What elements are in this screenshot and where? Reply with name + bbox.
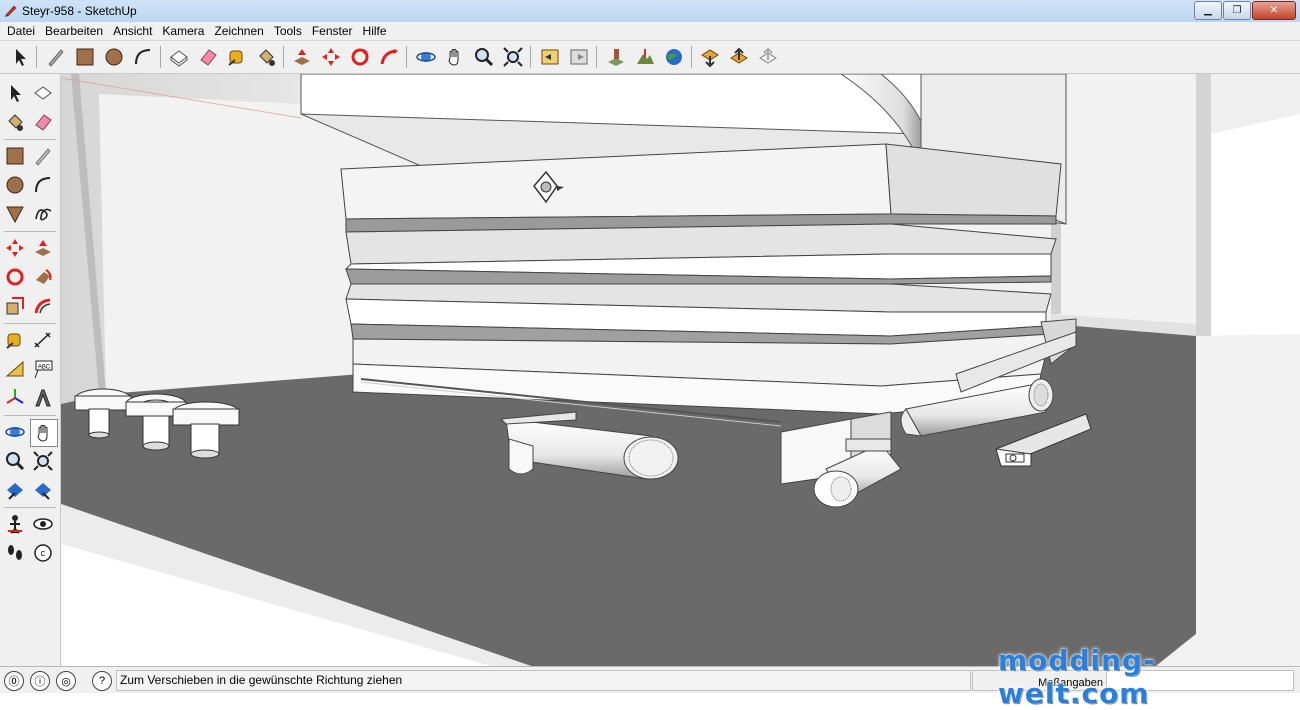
menu-hilfe[interactable]: Hilfe bbox=[358, 22, 392, 40]
toggle-terrain-icon[interactable] bbox=[633, 45, 657, 69]
scale-icon[interactable] bbox=[2, 293, 28, 319]
get-models-icon[interactable] bbox=[698, 45, 722, 69]
geo-location-icon[interactable]: ⓪ bbox=[4, 671, 24, 691]
title-bar: Steyr-958 - SketchUp ▁ ❐ ✕ bbox=[0, 0, 1300, 23]
maximize-button[interactable]: ❐ bbox=[1223, 1, 1251, 20]
menu-bearbeiten[interactable]: Bearbeiten bbox=[40, 22, 108, 40]
rectangle-icon[interactable] bbox=[73, 45, 97, 69]
sketchup-app-icon bbox=[5, 5, 17, 17]
pencil-icon[interactable] bbox=[44, 45, 68, 69]
push-pull-icon[interactable] bbox=[30, 235, 56, 261]
svg-text:C: C bbox=[40, 551, 45, 558]
dimension-icon[interactable] bbox=[30, 327, 56, 353]
move-icon[interactable] bbox=[319, 45, 343, 69]
zoom-extents-icon[interactable] bbox=[501, 45, 525, 69]
add-location-icon[interactable] bbox=[604, 45, 628, 69]
move-icon[interactable] bbox=[2, 235, 28, 261]
tape-measure-icon[interactable] bbox=[2, 327, 28, 353]
svg-text:ABC: ABC bbox=[38, 365, 51, 371]
select-icon[interactable] bbox=[2, 80, 28, 106]
status-message: Zum Verschieben in die gewünschte Richtu… bbox=[116, 670, 971, 691]
menu-ansicht[interactable]: Ansicht bbox=[108, 22, 157, 40]
eraser-icon[interactable] bbox=[196, 45, 220, 69]
menu-zeichnen[interactable]: Zeichnen bbox=[209, 22, 268, 40]
next-view-icon[interactable] bbox=[567, 45, 591, 69]
select-icon[interactable] bbox=[8, 45, 32, 69]
rotate-icon[interactable] bbox=[2, 264, 28, 290]
help-icon[interactable]: ? bbox=[92, 671, 112, 691]
left-toolbar: ABC C bbox=[0, 74, 61, 666]
paint-bucket-icon[interactable] bbox=[2, 109, 28, 135]
rotate-icon[interactable] bbox=[348, 45, 372, 69]
circle-icon[interactable] bbox=[2, 172, 28, 198]
share-model-icon[interactable] bbox=[727, 45, 751, 69]
protractor-icon[interactable] bbox=[2, 356, 28, 382]
freehand-icon[interactable] bbox=[30, 201, 56, 227]
share-component-icon[interactable] bbox=[756, 45, 780, 69]
text-icon[interactable]: ABC bbox=[30, 356, 56, 382]
menu-datei[interactable]: Datei bbox=[2, 22, 40, 40]
zoom-window-icon[interactable] bbox=[30, 448, 56, 474]
previous-view-icon[interactable] bbox=[538, 45, 562, 69]
orbit-icon[interactable] bbox=[2, 419, 28, 445]
tape-measure-icon[interactable] bbox=[225, 45, 249, 69]
watermark: modding-welt.com bbox=[998, 644, 1156, 710]
pan-icon[interactable] bbox=[30, 419, 58, 447]
axes-icon[interactable] bbox=[2, 385, 28, 411]
section-plane-icon[interactable]: C bbox=[30, 540, 56, 566]
walk-icon[interactable] bbox=[2, 540, 28, 566]
polygon-icon[interactable] bbox=[2, 201, 28, 227]
zoom-icon[interactable] bbox=[472, 45, 496, 69]
follow-me-icon[interactable] bbox=[30, 264, 56, 290]
arc-icon[interactable] bbox=[131, 45, 155, 69]
model-viewport[interactable] bbox=[61, 74, 1300, 666]
follow-me-icon[interactable] bbox=[377, 45, 401, 69]
google-earth-icon[interactable] bbox=[662, 45, 686, 69]
credits-icon[interactable]: ⓘ bbox=[30, 671, 50, 691]
look-around-icon[interactable] bbox=[30, 511, 56, 537]
eraser-icon[interactable] bbox=[30, 109, 56, 135]
menu-fenster[interactable]: Fenster bbox=[307, 22, 358, 40]
position-camera-icon[interactable] bbox=[2, 511, 28, 537]
line-icon[interactable] bbox=[30, 143, 56, 169]
model-scene bbox=[61, 74, 1300, 666]
offset-icon[interactable] bbox=[30, 293, 56, 319]
paint-bucket-icon[interactable] bbox=[254, 45, 278, 69]
rectangle-icon[interactable] bbox=[2, 143, 28, 169]
arc-icon[interactable] bbox=[30, 172, 56, 198]
top-toolbar bbox=[0, 41, 1300, 74]
previous-icon[interactable] bbox=[2, 477, 28, 503]
menu-tools[interactable]: Tools bbox=[269, 22, 307, 40]
minimize-button[interactable]: ▁ bbox=[1194, 1, 1222, 20]
close-button[interactable]: ✕ bbox=[1252, 1, 1296, 20]
window-title: Steyr-958 - SketchUp bbox=[22, 4, 137, 18]
user-icon[interactable]: ◎ bbox=[56, 671, 76, 691]
pan-icon[interactable] bbox=[443, 45, 467, 69]
push-pull-icon[interactable] bbox=[290, 45, 314, 69]
menu-bar: Datei Bearbeiten Ansicht Kamera Zeichnen… bbox=[0, 22, 1300, 41]
3d-text-icon[interactable] bbox=[30, 385, 56, 411]
make-component-icon[interactable] bbox=[167, 45, 191, 69]
circle-icon[interactable] bbox=[102, 45, 126, 69]
make-component-icon[interactable] bbox=[30, 80, 56, 106]
orbit-icon[interactable] bbox=[414, 45, 438, 69]
zoom-icon[interactable] bbox=[2, 448, 28, 474]
zoom-extents-icon[interactable] bbox=[30, 477, 56, 503]
menu-kamera[interactable]: Kamera bbox=[157, 22, 209, 40]
